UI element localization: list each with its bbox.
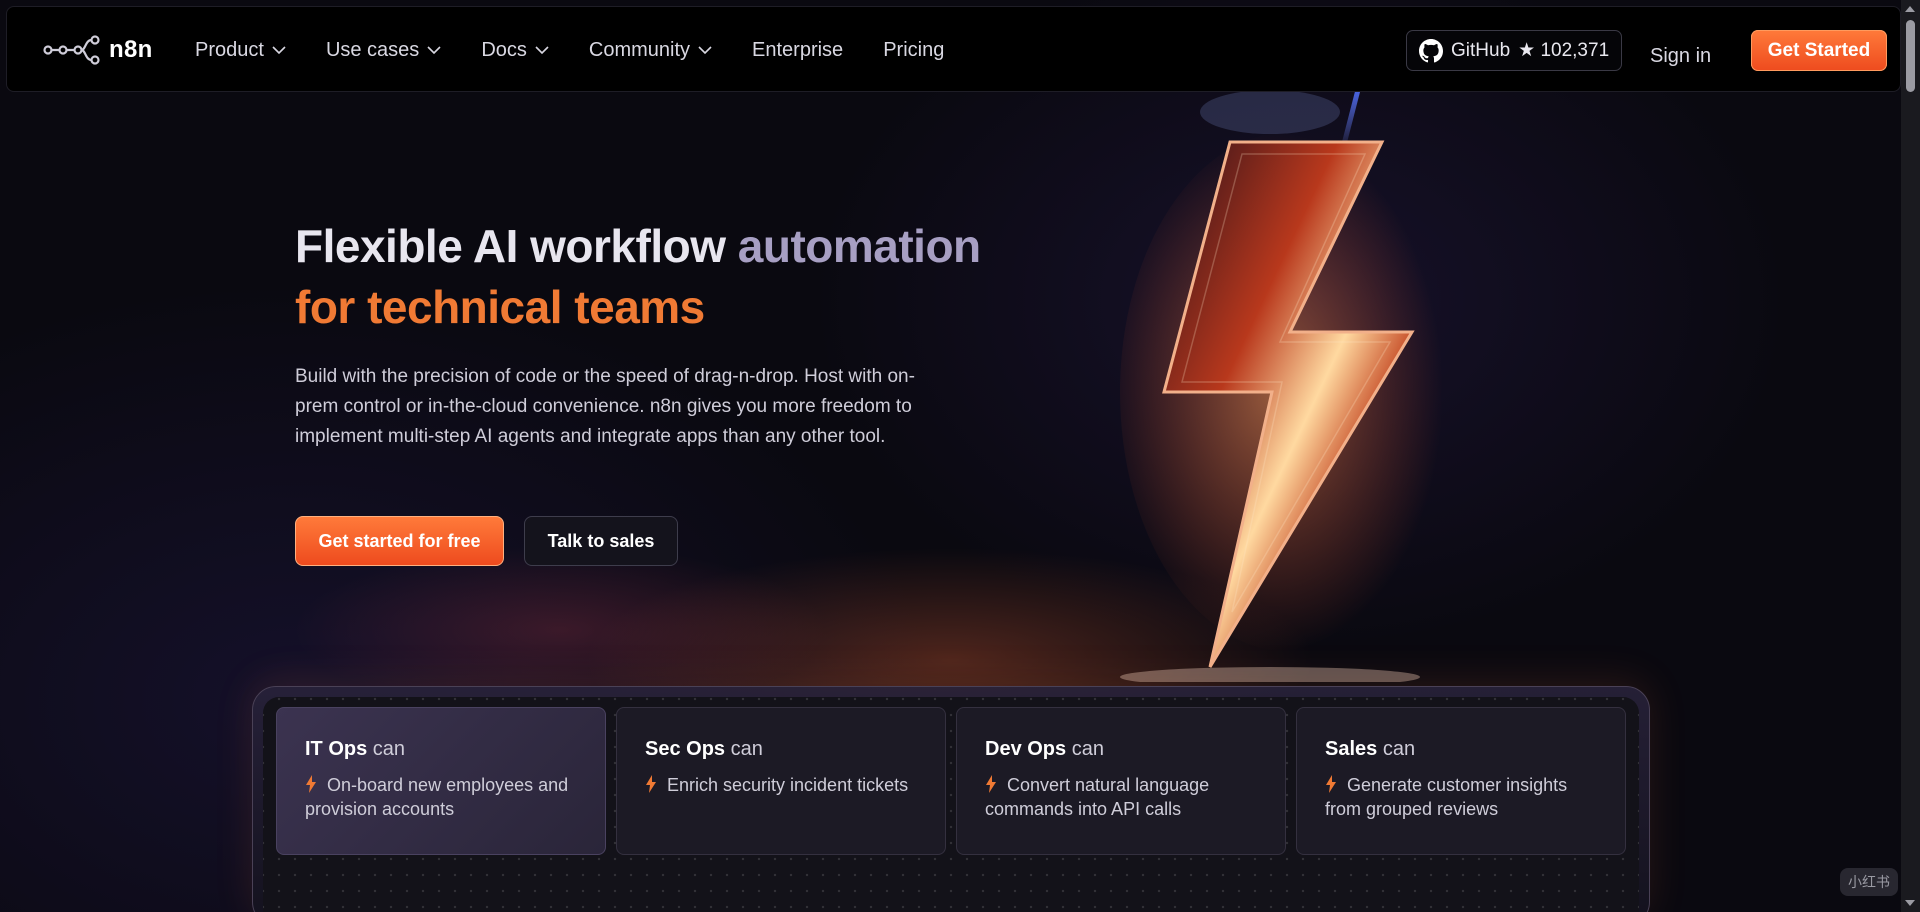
card-text: Generate customer insights from grouped … <box>1325 773 1597 821</box>
n8n-logo-icon <box>43 35 100 65</box>
card-suffix: can <box>1071 738 1104 760</box>
card-role: Dev Ops <box>985 738 1067 760</box>
card-text: Enrich security incident tickets <box>645 773 917 797</box>
card-description: Convert natural language commands into A… <box>985 775 1210 819</box>
nav-docs[interactable]: Docs <box>481 39 549 62</box>
nav-links: Product Use cases Docs Community Enterpr… <box>195 7 984 93</box>
card-text: Convert natural language commands into A… <box>985 773 1257 821</box>
hero-description: Build with the precision of code or the … <box>295 366 915 447</box>
scroll-up-arrow-icon[interactable] <box>1905 6 1915 12</box>
card-suffix: can <box>1382 738 1416 760</box>
vertical-scrollbar[interactable] <box>1901 0 1920 912</box>
scroll-down-arrow-icon[interactable] <box>1905 900 1915 906</box>
bolt-icon <box>986 775 996 793</box>
scrollbar-thumb[interactable] <box>1906 20 1915 92</box>
nav-enterprise-label: Enterprise <box>752 38 844 61</box>
github-label: GitHub <box>1451 39 1511 61</box>
chevron-down-icon <box>535 45 549 54</box>
github-stars-button[interactable]: GitHub ★ 102,371 <box>1406 30 1623 71</box>
get-started-free-button[interactable]: Get started for free <box>295 516 504 566</box>
card-role: Sales <box>1325 738 1378 760</box>
hero-title-part1: Flexible AI workflow <box>295 220 738 272</box>
card-title: Dev Ops can <box>985 738 1257 761</box>
card-title: Sec Ops can <box>645 738 917 761</box>
get-started-button[interactable]: Get Started <box>1751 30 1887 71</box>
bolt-icon <box>646 775 656 793</box>
page: n8n Product Use cases Docs Community Ent… <box>0 0 1901 912</box>
card-suffix: can <box>730 738 763 760</box>
github-icon <box>1419 38 1443 62</box>
nav-pricing[interactable]: Pricing <box>883 39 944 62</box>
hero-title: Flexible AI workflow automation for tech… <box>295 216 981 338</box>
sign-in-link[interactable]: Sign in <box>1650 45 1711 68</box>
hero-title-part3: for technical teams <box>295 281 705 333</box>
nav-product[interactable]: Product <box>195 39 286 62</box>
card-description: Generate customer insights from grouped … <box>1325 775 1568 819</box>
nav-docs-label: Docs <box>481 38 527 61</box>
nav-pricing-label: Pricing <box>883 38 945 61</box>
use-case-card-sales[interactable]: Sales can Generate customer insights fro… <box>1296 707 1626 855</box>
nav-enterprise[interactable]: Enterprise <box>752 39 843 62</box>
use-case-card-sec-ops[interactable]: Sec Ops can Enrich security incident tic… <box>616 707 946 855</box>
card-role: IT Ops <box>305 738 368 760</box>
use-case-card-it-ops[interactable]: IT Ops can On-board new employees and pr… <box>276 707 606 855</box>
card-title: IT Ops can <box>305 738 577 761</box>
card-description: Enrich security incident tickets <box>667 775 909 795</box>
hero-title-part2: automation <box>737 220 981 272</box>
card-role: Sec Ops <box>645 738 726 760</box>
nav-community-label: Community <box>588 38 691 61</box>
github-star-count: ★ 102,371 <box>1518 40 1610 61</box>
bolt-icon <box>306 775 316 793</box>
talk-to-sales-button[interactable]: Talk to sales <box>524 516 678 566</box>
card-suffix: can <box>372 738 406 760</box>
top-navbar: n8n Product Use cases Docs Community Ent… <box>6 6 1901 92</box>
lightning-bolt-illustration <box>1120 92 1460 682</box>
watermark: 小红书 <box>1840 868 1898 896</box>
nav-community[interactable]: Community <box>589 39 712 62</box>
nav-use-cases-label: Use cases <box>325 38 420 61</box>
bolt-icon <box>1326 775 1336 793</box>
card-title: Sales can <box>1325 738 1597 761</box>
chevron-down-icon <box>272 45 286 54</box>
chevron-down-icon <box>427 45 441 54</box>
card-description: On-board new employees and provision acc… <box>305 775 569 819</box>
n8n-logo[interactable]: n8n <box>43 35 153 65</box>
card-text: On-board new employees and provision acc… <box>305 773 577 821</box>
logo-wordmark: n8n <box>109 36 153 63</box>
chevron-down-icon <box>698 45 712 54</box>
nav-product-label: Product <box>195 38 264 61</box>
nav-use-cases[interactable]: Use cases <box>326 39 441 62</box>
use-case-card-dev-ops[interactable]: Dev Ops can Convert natural language com… <box>956 707 1286 855</box>
